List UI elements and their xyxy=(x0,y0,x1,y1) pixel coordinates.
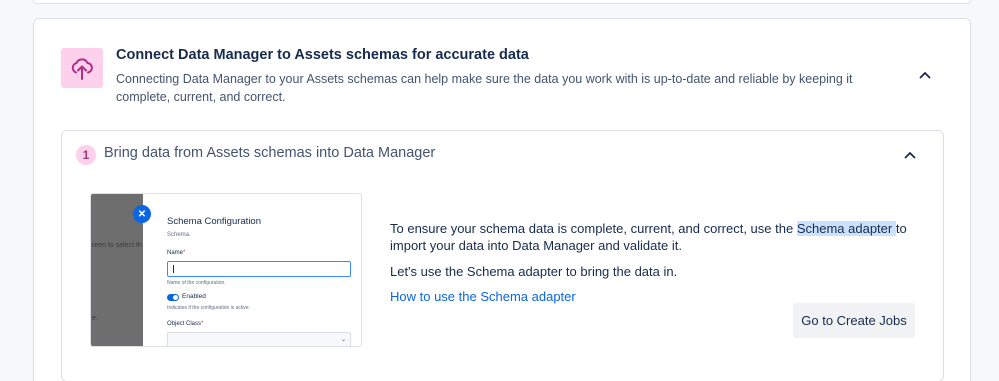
preview-background-text: reen to select th xyxy=(92,242,142,249)
highlighted-text: Schema adapter xyxy=(796,221,896,236)
onboarding-card: Connect Data Manager to Assets schemas f… xyxy=(33,18,971,381)
step-content: To ensure your schema data is complete, … xyxy=(390,220,910,306)
step-card: 1 Bring data from Assets schemas into Da… xyxy=(61,130,944,381)
chevron-down-icon: ⌄ xyxy=(340,337,346,343)
collapse-card-button[interactable] xyxy=(916,66,934,84)
schema-configuration-screenshot: reen to select th e. ✕ Schema Configurat… xyxy=(90,193,362,347)
collapse-step-button[interactable] xyxy=(901,146,919,164)
preview-name-label: Name* xyxy=(167,250,186,256)
step-title: Bring data from Assets schemas into Data… xyxy=(104,145,436,161)
card-description: Connecting Data Manager to your Assets s… xyxy=(116,72,853,104)
step-number-badge: 1 xyxy=(76,145,96,165)
cloud-upload-icon xyxy=(61,48,103,88)
preview-name-input xyxy=(167,261,351,277)
preview-toggle-label: Enabled xyxy=(182,293,206,300)
preview-toggle-help: Indicates if the configuration is active… xyxy=(167,305,251,311)
schema-adapter-help-link[interactable]: How to use the Schema adapter xyxy=(390,289,576,304)
preview-name-help: Name of the configuration. xyxy=(167,280,226,286)
go-to-create-jobs-button[interactable]: Go to Create Jobs xyxy=(793,303,915,338)
preview-title: Schema Configuration xyxy=(167,216,261,227)
card-title: Connect Data Manager to Assets schemas f… xyxy=(116,47,529,63)
step-paragraph: To ensure your schema data is complete, … xyxy=(390,221,907,253)
preview-subtitle: Schema. xyxy=(167,232,191,238)
close-icon: ✕ xyxy=(133,205,151,223)
step-paragraph-2: Let's use the Schema adapter to bring th… xyxy=(390,264,678,279)
chevron-up-icon xyxy=(904,152,916,159)
preview-toggle xyxy=(167,294,179,301)
previous-card-edge xyxy=(33,0,971,4)
preview-background-text: e. xyxy=(92,315,98,322)
chevron-up-icon xyxy=(919,72,931,79)
preview-object-class-select: ⌄ xyxy=(167,332,351,346)
preview-object-class-label: Object Class* xyxy=(167,321,204,327)
